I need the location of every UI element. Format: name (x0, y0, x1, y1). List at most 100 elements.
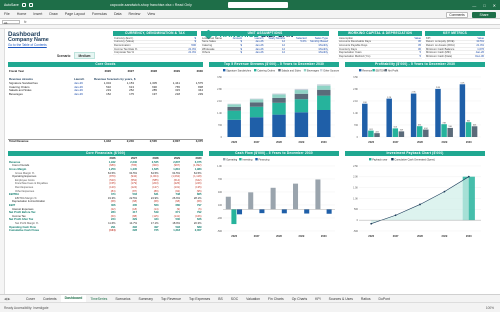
table-cell[interactable]: 5 (380, 55, 423, 58)
bar[interactable] (317, 89, 331, 96)
fin-cell[interactable]: (127) (137, 186, 158, 189)
close-button[interactable]: ✕ (493, 3, 496, 8)
table-cell[interactable]: KPI (425, 37, 455, 40)
bar[interactable] (294, 88, 309, 91)
fin-cell[interactable]: (164) (94, 229, 115, 232)
sheet-tab-timeseries[interactable]: TimeSeries (86, 295, 111, 302)
bar[interactable] (259, 209, 265, 214)
sheet-tab-contents[interactable]: Contents (39, 295, 61, 302)
table-cell[interactable]: 21.0% (155, 51, 198, 54)
table-cell[interactable]: $ (222, 51, 244, 54)
table-cell[interactable]: Low/Level Name (201, 37, 222, 40)
table-cell[interactable]: 5.0% (286, 40, 308, 43)
table-cell[interactable]: Accounts Receivable Days (338, 40, 380, 43)
fin-cell[interactable]: 1,983 (180, 168, 202, 171)
table-cell[interactable]: 12 (265, 44, 287, 47)
cumulative-point[interactable] (443, 190, 446, 193)
fin-cell[interactable]: (879) (94, 175, 115, 178)
bar[interactable] (249, 98, 264, 100)
fin-cell[interactable]: 228 (116, 229, 137, 232)
goods-cell[interactable]: 152 (88, 92, 111, 96)
table-cell[interactable]: 30 (380, 40, 423, 43)
bar[interactable] (317, 95, 331, 110)
comments-button[interactable]: Comments (446, 11, 468, 18)
bar[interactable] (304, 209, 310, 214)
bar[interactable] (326, 209, 332, 214)
fin-cell[interactable]: 1,253 (94, 168, 116, 171)
bar[interactable] (237, 209, 243, 215)
bar[interactable] (294, 90, 309, 94)
bar[interactable] (249, 102, 264, 107)
ribbon-tab-review[interactable]: Review (129, 12, 141, 16)
bar[interactable] (398, 131, 405, 137)
table-cell[interactable]: Jan-26 (243, 48, 265, 51)
fin-cell[interactable]: 626 (180, 218, 201, 221)
ribbon-tab-page-layout[interactable]: Page Layout (65, 12, 85, 16)
bar[interactable] (272, 102, 286, 115)
table-cell[interactable]: 21.0% (455, 44, 486, 47)
table-cell[interactable]: Return on Equity (ROE) (425, 40, 455, 43)
total-cell[interactable]: 2,807 (157, 139, 180, 143)
bar[interactable] (227, 104, 241, 107)
fin-cell[interactable]: 748 (159, 193, 180, 196)
fin-cell[interactable]: 11.6% (94, 222, 115, 225)
bar[interactable] (272, 94, 286, 98)
bar[interactable] (317, 84, 331, 86)
goods-cell[interactable]: Beverages (8, 92, 74, 96)
fin-cell[interactable]: 792 (180, 211, 201, 214)
table-cell[interactable]: 21.0% (155, 48, 198, 51)
bar[interactable] (471, 126, 478, 137)
cumulative-point[interactable] (419, 203, 421, 206)
fin-cell[interactable]: (1,118) (180, 175, 201, 178)
table-cell[interactable]: Store Sales (201, 40, 222, 43)
table-cell[interactable]: Monthly (308, 44, 330, 47)
bar[interactable] (272, 93, 286, 95)
fin-cell[interactable]: 224 (94, 218, 115, 221)
table-cell[interactable]: Return on Assets (ROA) (425, 44, 455, 47)
table-cell[interactable]: Sales Type (308, 37, 330, 40)
ribbon-tab-home[interactable]: Home (17, 12, 27, 16)
bar[interactable] (281, 209, 287, 214)
table-cell[interactable]: Jan-26 (243, 51, 265, 54)
fin-cell[interactable]: 20.3% (180, 222, 202, 225)
table-cell[interactable]: Launch (243, 37, 265, 40)
table-cell[interactable]: Dec-30 (455, 55, 486, 58)
ribbon-tab-draw[interactable]: Draw (49, 12, 57, 16)
fin-cell[interactable]: 671 (159, 211, 180, 214)
bar[interactable] (225, 196, 231, 210)
table-cell[interactable]: Jan-26 (243, 44, 265, 47)
fin-cell[interactable]: (131) (159, 186, 180, 189)
zoom-level[interactable]: 100% (486, 306, 494, 310)
table-cell[interactable]: Wholesale (201, 48, 222, 51)
fin-cell[interactable]: (68) (159, 200, 180, 203)
fin-cell[interactable]: 1,445 (116, 168, 137, 171)
cumulative-point[interactable] (370, 222, 373, 225)
ribbon-tab-file[interactable]: File (4, 12, 10, 16)
bar[interactable] (423, 129, 429, 137)
ribbon-tab-formulas[interactable]: Formulas (92, 12, 107, 16)
sheet-tab-soc[interactable]: SOC (227, 295, 242, 302)
table-cell[interactable]: 33.5% (455, 40, 486, 43)
ribbon-tab-view[interactable]: View (147, 12, 155, 16)
bar[interactable] (294, 99, 309, 113)
table-cell[interactable]: Currency (Excl.) (113, 37, 155, 40)
table-cell[interactable]: Monthly (308, 48, 330, 51)
total-cell[interactable]: 1,942 (88, 139, 111, 143)
bar[interactable] (374, 133, 380, 137)
sheet-tab-dashboard[interactable]: Dashboard (60, 295, 87, 302)
worksheet[interactable]: Dashboard Company Name Go to the Table o… (5, 29, 500, 294)
bar[interactable] (231, 209, 237, 225)
fin-cell[interactable]: 1,810 (159, 168, 180, 171)
table-cell[interactable]: Value (380, 37, 423, 40)
fin-cell[interactable]: 284 (94, 211, 115, 214)
sheet-tab-op-charts[interactable]: Op Charts (288, 295, 311, 302)
table-cell[interactable]: $ (155, 40, 198, 43)
tab-nav-arrows[interactable]: ◀ ▶ (4, 297, 10, 301)
table-cell[interactable]: Minimum Cash (Mth) (425, 51, 455, 54)
fin-cell[interactable]: 725 (137, 229, 158, 232)
table-cell[interactable]: $ (155, 37, 198, 40)
bar[interactable] (249, 117, 264, 137)
save-icon[interactable] (21, 3, 26, 7)
bar[interactable] (294, 93, 309, 100)
table-cell[interactable]: Others (201, 51, 222, 54)
